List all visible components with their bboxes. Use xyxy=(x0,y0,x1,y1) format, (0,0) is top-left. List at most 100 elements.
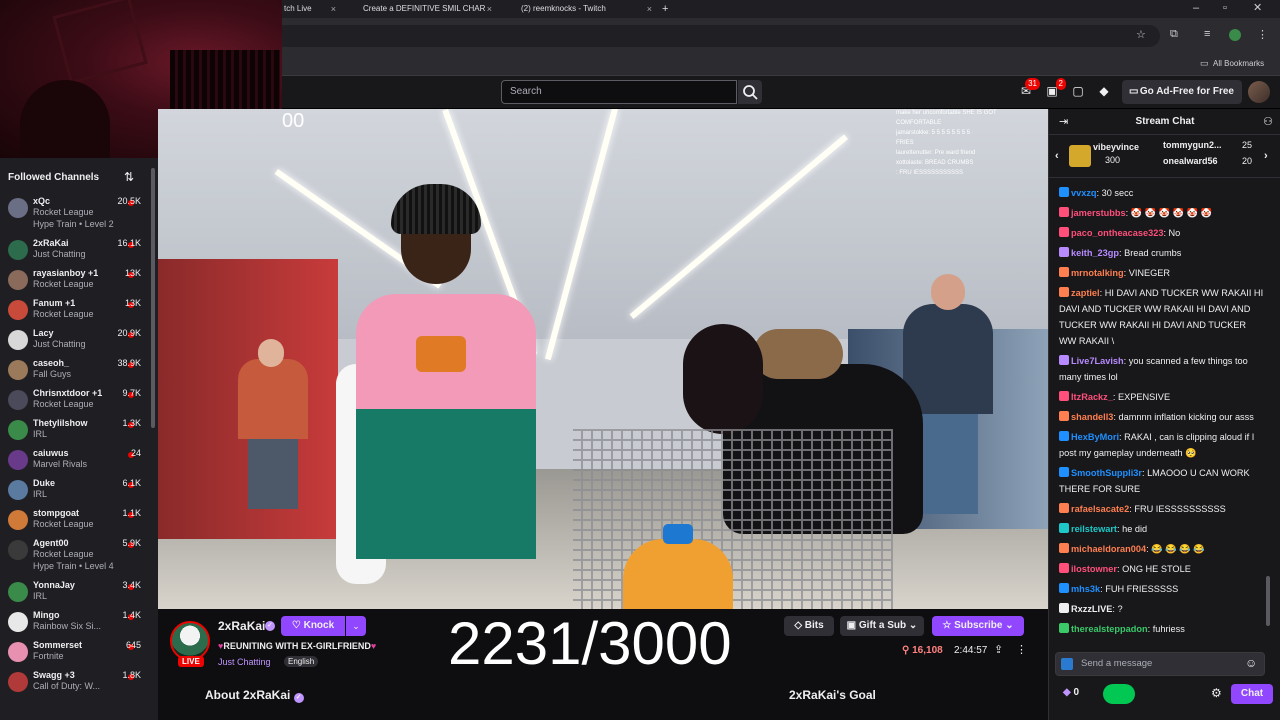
maximize-icon[interactable]: ▫ xyxy=(1223,2,1227,14)
menu-icon[interactable]: ⋮ xyxy=(1257,28,1268,41)
sidebar-channel[interactable]: caiuwus Marvel Rivals 24 xyxy=(0,446,158,476)
sort-icon[interactable]: ⇅ xyxy=(124,170,134,184)
chat-username[interactable]: RxzzLIVE xyxy=(1071,604,1112,614)
chat-badge-icon xyxy=(1059,187,1069,197)
chat-username[interactable]: reilstewart xyxy=(1071,524,1117,534)
share-icon[interactable]: ⇪ xyxy=(994,643,1003,656)
sidebar-channel[interactable]: Mingo Rainbow Six Si... 1.4K xyxy=(0,608,158,638)
knock-dropdown[interactable]: ⌄ xyxy=(346,616,366,636)
profile-icon[interactable] xyxy=(1229,29,1241,41)
user-avatar[interactable] xyxy=(1248,81,1270,103)
media-icon[interactable]: ≡ xyxy=(1204,28,1210,40)
sidebar-channel[interactable]: xQc Rocket League Hype Train • Level 2 20.5… xyxy=(0,194,158,236)
leaderboard-next-icon[interactable]: › xyxy=(1264,150,1268,162)
chat-username[interactable]: therealsteppadon xyxy=(1071,624,1148,634)
close-tab-icon[interactable]: × xyxy=(487,0,492,18)
browser-tab[interactable]: tch Live × xyxy=(284,0,340,18)
subscribe-button[interactable]: ☆ Subscribe ⌄ xyxy=(932,616,1024,636)
close-tab-icon[interactable]: × xyxy=(647,0,652,18)
community-icon[interactable]: ⚇ xyxy=(1263,115,1273,128)
leaderboard-name[interactable]: tommygun2... xyxy=(1163,140,1222,150)
channel-points-button[interactable] xyxy=(1103,684,1135,704)
chat-username[interactable]: SmoothSuppli3r xyxy=(1071,468,1142,478)
sidebar-channel[interactable]: YonnaJay IRL 3.4K xyxy=(0,578,158,608)
chat-username[interactable]: vvxzq xyxy=(1071,188,1097,198)
close-window-icon[interactable]: ✕ xyxy=(1253,1,1262,14)
channel-avatar xyxy=(8,642,28,662)
chat-username[interactable]: mrnotalking xyxy=(1071,268,1124,278)
sidebar-channel[interactable]: Chrisnxtdoor +1 Rocket League 9.7K xyxy=(0,386,158,416)
chat-username[interactable]: paco_ontheacase323 xyxy=(1071,228,1163,238)
chat-send-button[interactable]: Chat xyxy=(1231,684,1273,704)
minimize-icon[interactable]: – xyxy=(1193,2,1199,14)
leaderboard-name[interactable]: vibeyvince xyxy=(1093,142,1139,152)
bits-balance[interactable]: ◆ 0 xyxy=(1063,687,1079,698)
chat-badge-icon xyxy=(1059,543,1069,553)
chat-username[interactable]: rafaelsacate2 xyxy=(1071,504,1129,514)
search-button[interactable] xyxy=(738,80,762,104)
star-icon[interactable]: ☆ xyxy=(1136,28,1146,41)
chat-badge-icon[interactable] xyxy=(1061,658,1073,670)
chat-badge-icon xyxy=(1059,563,1069,573)
sidebar-channel[interactable]: Duke IRL 6.1K xyxy=(0,476,158,506)
chat-input[interactable]: Send a message xyxy=(1055,652,1265,676)
sidebar-channel[interactable]: Lacy Just Chatting 20.9K xyxy=(0,326,158,356)
sidebar-channel[interactable]: Sommerset Fortnite 645 xyxy=(0,638,158,668)
leaderboard-prev-icon[interactable]: ‹ xyxy=(1055,150,1059,162)
chat-username[interactable]: mhs3k xyxy=(1071,584,1100,594)
search-input[interactable]: Search xyxy=(501,80,737,104)
chat-username[interactable]: zaptiel xyxy=(1071,288,1100,298)
more-options-icon[interactable]: ⋮ xyxy=(1016,643,1027,656)
inbox-icon[interactable]: ✉ 31 xyxy=(1018,78,1040,100)
chat-username[interactable]: ilostowner xyxy=(1071,564,1117,574)
chat-username[interactable]: shandell3 xyxy=(1071,412,1113,422)
prime-icon[interactable]: ◆ xyxy=(1096,84,1112,100)
knock-button[interactable]: ♡ Knock xyxy=(281,616,345,636)
sidebar-channel[interactable]: rayasianboy +1 Rocket League 13K xyxy=(0,266,158,296)
channel-name: stompgoat xyxy=(33,508,79,518)
notifications-icon[interactable]: ▣ 2 xyxy=(1044,78,1066,100)
chat-message: jamerstubbs: 🤡 🤡 🤡 🤡 🤡 🤡 xyxy=(1059,205,1264,221)
leaderboard-count: 300 xyxy=(1105,155,1121,165)
bits-button[interactable]: ◇ Bits xyxy=(784,616,834,636)
all-bookmarks-link[interactable]: All Bookmarks xyxy=(1213,59,1264,68)
language-tag[interactable]: English xyxy=(284,656,319,667)
gift-sub-button[interactable]: ▣ Gift a Sub ⌄ xyxy=(840,616,924,636)
sidebar-channel[interactable]: stompgoat Rocket League 1.1K xyxy=(0,506,158,536)
close-tab-icon[interactable]: × xyxy=(331,0,336,18)
chat-badge-icon xyxy=(1059,247,1069,257)
sidebar-channel[interactable]: Fanum +1 Rocket League 13K xyxy=(0,296,158,326)
streamer-name[interactable]: 2xRaKai xyxy=(218,619,265,633)
video-player[interactable] xyxy=(158,109,1048,609)
sidebar-channel[interactable]: caseoh_ Fall Guys 38.9K xyxy=(0,356,158,386)
chat-username[interactable]: jamerstubbs xyxy=(1071,208,1126,218)
channel-name: Swagg +3 xyxy=(33,670,75,680)
chat-username[interactable]: keith_23gp xyxy=(1071,248,1119,258)
sidebar-channel[interactable]: Thetylilshow IRL 1.3K xyxy=(0,416,158,446)
sidebar-channel[interactable]: Agent00 Rocket League Hype Train • Level 4… xyxy=(0,536,158,578)
new-tab-button[interactable]: + xyxy=(662,0,674,18)
chat-username[interactable]: michaeldoran004 xyxy=(1071,544,1146,554)
emote-picker-icon[interactable]: ☺ xyxy=(1245,656,1257,670)
viewer-count: 13K xyxy=(124,268,141,278)
channel-game: IRL xyxy=(33,591,48,601)
chat-scrollbar[interactable] xyxy=(1266,576,1270,626)
leaderboard-name[interactable]: onealward56 xyxy=(1163,156,1218,166)
gear-icon[interactable]: ⚙ xyxy=(1211,686,1222,700)
sidebar-channel[interactable]: 2xRaKai Just Chatting 16.1K xyxy=(0,236,158,266)
chat-username[interactable]: ItzRackz_ xyxy=(1071,392,1113,402)
streamer-avatar[interactable] xyxy=(170,621,210,661)
chat-username[interactable]: Live7Lavish xyxy=(1071,356,1124,366)
url-field[interactable] xyxy=(160,25,1160,47)
go-ad-free-button[interactable]: ▭ Go Ad-Free for Free xyxy=(1122,80,1242,104)
browser-tab[interactable]: Create a DEFINITIVE SMIL CHAR × xyxy=(350,0,496,18)
whispers-icon[interactable]: ▢ xyxy=(1070,84,1086,100)
extensions-icon[interactable]: ⧉ xyxy=(1170,28,1178,41)
chat-message: michaeldoran004: 😂 😂 😂 😂 xyxy=(1059,541,1264,557)
stream-category[interactable]: Just Chatting xyxy=(218,657,271,667)
browser-tab-active[interactable]: (2) reemknocks - Twitch × xyxy=(504,0,656,18)
sidebar-channel[interactable]: Swagg +3 Call of Duty: W... 1.8K xyxy=(0,668,158,698)
viewer-count: 645 xyxy=(125,640,141,650)
chat-username[interactable]: HexByMori xyxy=(1071,432,1119,442)
sidebar-scrollbar[interactable] xyxy=(151,168,155,428)
